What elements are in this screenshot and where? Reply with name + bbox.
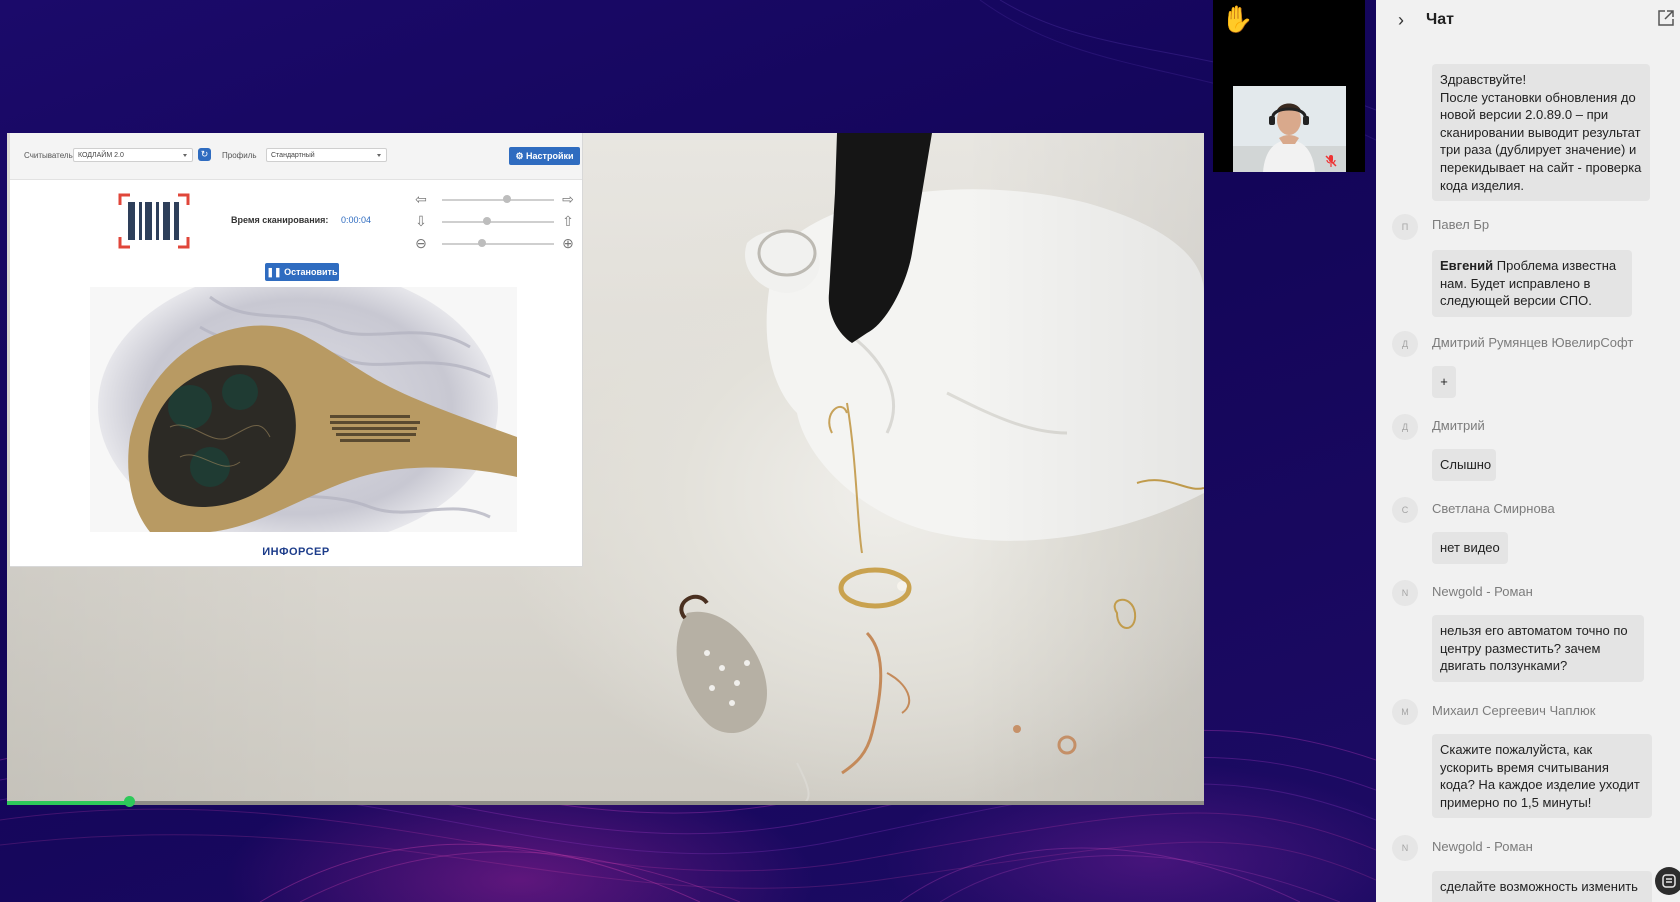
video-progress-fill <box>7 801 130 805</box>
avatar: С <box>1392 497 1418 523</box>
scanner-toolbar: Считыватель КОДЛАЙМ 2.0 ↻ Профиль Станда… <box>10 133 582 180</box>
barcode-scan-icon <box>118 193 190 249</box>
chat-tools-icon <box>1662 874 1676 888</box>
screen-share-video[interactable]: Считыватель КОДЛАЙМ 2.0 ↻ Профиль Станда… <box>7 133 1204 805</box>
message-author: Newgold - Роман <box>1432 839 1533 854</box>
arrow-down-icon[interactable]: ⇩ <box>413 213 429 229</box>
horizontal-position-slider[interactable] <box>442 195 554 203</box>
chat-message-bubble: Евгений Проблема известна нам. Будет исп… <box>1432 250 1632 317</box>
settings-button[interactable]: ⚙ Настройки <box>509 147 580 165</box>
popout-icon[interactable] <box>1657 9 1675 27</box>
zoom-in-icon[interactable]: ⊕ <box>560 235 576 251</box>
avatar: Д <box>1392 414 1418 440</box>
slider-thumb[interactable] <box>482 217 491 225</box>
message-author: Дмитрий <box>1432 418 1485 433</box>
scan-time-label: Время сканирования: <box>231 215 329 225</box>
profile-label: Профиль <box>222 151 257 160</box>
avatar: N <box>1392 835 1418 861</box>
chat-message-bubble: Слышно <box>1432 449 1496 481</box>
profile-select[interactable]: Стандартный <box>266 148 387 162</box>
slider-thumb[interactable] <box>478 239 487 247</box>
message-author: Светлана Смирнова <box>1432 501 1555 516</box>
stop-button-label: Остановить <box>284 267 338 277</box>
message-author: Newgold - Роман <box>1432 584 1533 599</box>
chat-actions-button[interactable] <box>1655 867 1680 895</box>
mention[interactable]: Евгений <box>1440 258 1493 273</box>
avatar: П <box>1392 214 1418 240</box>
vertical-position-slider[interactable] <box>442 217 554 225</box>
mic-muted-icon <box>1325 155 1337 167</box>
chat-message-bubble: Скажите пожалуйста, как ускорить время с… <box>1432 734 1652 819</box>
camera-preview <box>90 287 517 532</box>
participant-video <box>1233 86 1346 172</box>
arrow-up-icon[interactable]: ⇧ <box>560 213 576 229</box>
refresh-icon[interactable]: ↻ <box>198 148 211 161</box>
participant-tile[interactable]: ✋ <box>1213 0 1365 172</box>
chat-panel: › Чат Здравствуйте! После установки обно… <box>1376 0 1680 902</box>
gear-icon: ⚙ <box>515 151 524 161</box>
slider-thumb[interactable] <box>502 195 511 203</box>
stop-button[interactable]: ❚❚ Остановить <box>265 263 339 281</box>
scan-time-value: 0:00:04 <box>341 215 372 225</box>
reader-label: Считыватель <box>24 151 73 160</box>
reader-select[interactable]: КОДЛАЙМ 2.0 <box>73 148 193 162</box>
settings-button-label: Настройки <box>526 151 574 161</box>
raised-hand-icon: ✋ <box>1221 4 1254 34</box>
message-author: Михаил Сергеевич Чаплюк <box>1432 703 1596 718</box>
message-author: Дмитрий Румянцев ЮвелирСофт <box>1432 335 1634 350</box>
scanner-app-window: Считыватель КОДЛАЙМ 2.0 ↻ Профиль Станда… <box>10 133 583 567</box>
pause-icon: ❚❚ <box>266 267 282 277</box>
zoom-out-icon[interactable]: ⊖ <box>413 235 429 251</box>
avatar: Д <box>1392 331 1418 357</box>
video-progress-bar[interactable] <box>7 796 1204 807</box>
chat-title: Чат <box>1426 11 1454 28</box>
arrow-right-icon[interactable]: ⇨ <box>560 191 576 207</box>
chat-message-bubble: сделайте возможность изменить размер окн… <box>1432 871 1652 902</box>
chat-message-bubble: + <box>1432 366 1456 398</box>
arrow-left-icon[interactable]: ⇦ <box>413 191 429 207</box>
conference-stage: Считыватель КОДЛАЙМ 2.0 ↻ Профиль Станда… <box>0 0 1376 902</box>
message-author: Павел Бр <box>1432 217 1490 232</box>
avatar: М <box>1392 699 1418 725</box>
avatar: N <box>1392 580 1418 606</box>
chat-header: › Чат <box>1376 0 1680 40</box>
chevron-right-icon[interactable]: › <box>1398 10 1404 30</box>
magnified-ring-image <box>98 287 517 532</box>
chat-message-bubble: нельзя его автоматом точно по центру раз… <box>1432 615 1644 682</box>
zoom-slider[interactable] <box>442 239 554 247</box>
inforser-logo: ИНФОРСЕР <box>262 546 330 558</box>
chat-message-bubble: Здравствуйте! После установки обновления… <box>1432 64 1650 202</box>
chat-message-bubble: нет видео <box>1432 532 1508 564</box>
